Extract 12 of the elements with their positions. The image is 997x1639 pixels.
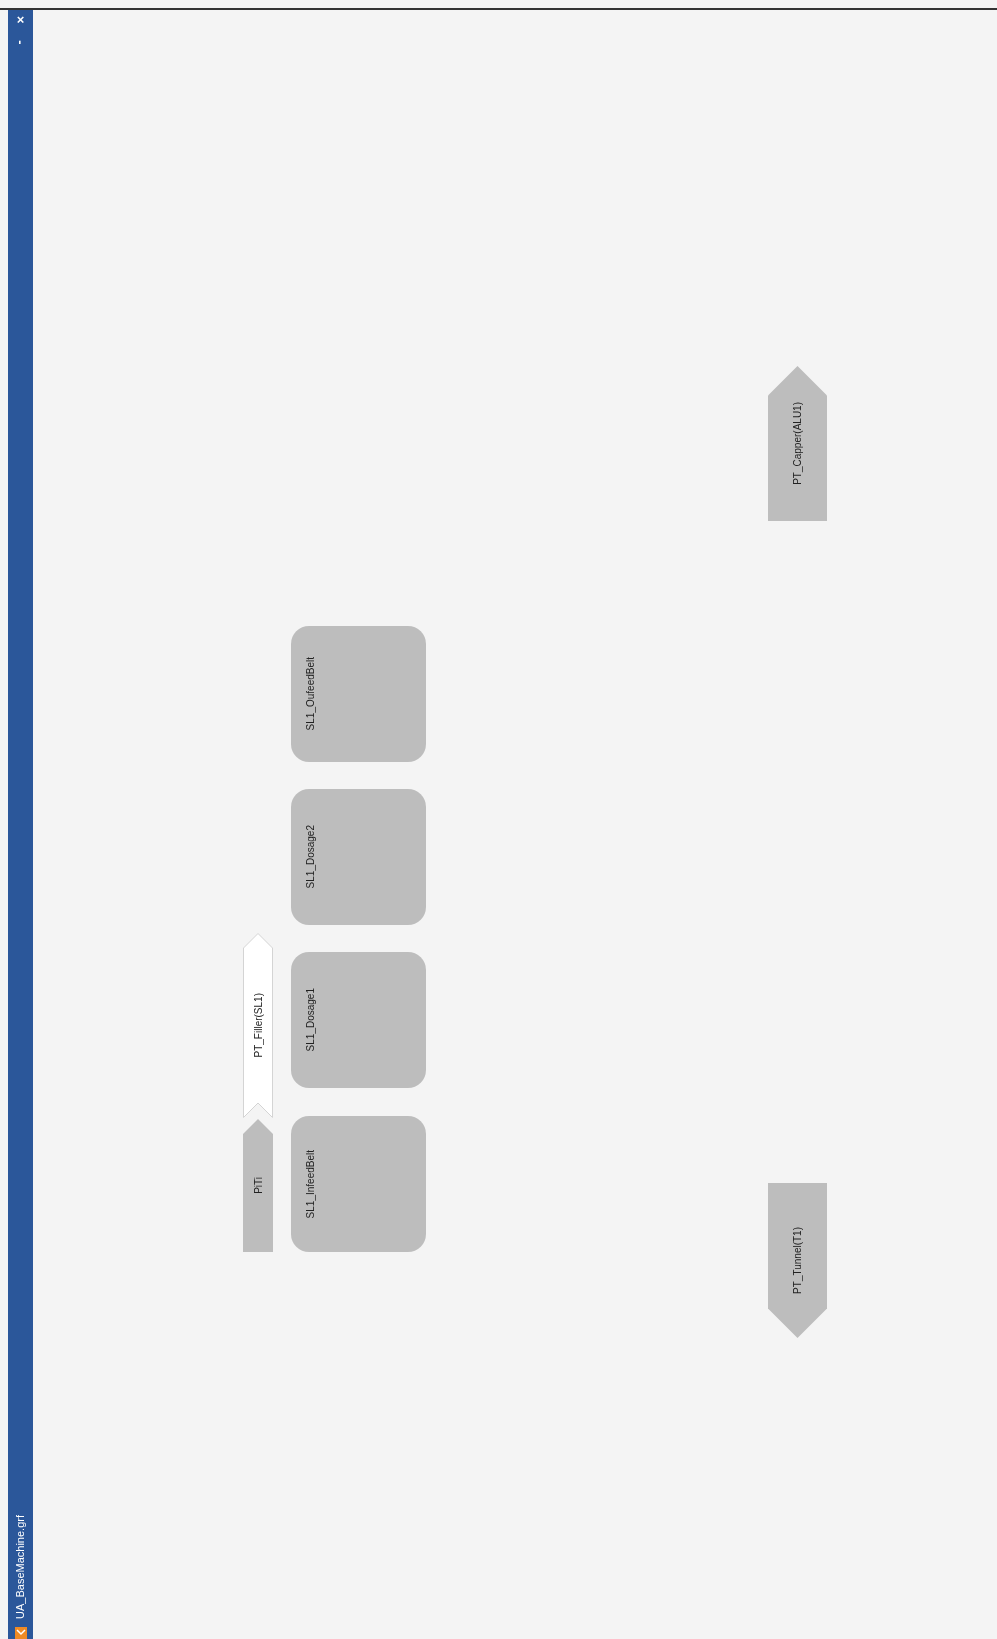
node-label: SL1_Dosage2 [304,825,317,889]
node-label: SL1_Dosage1 [304,988,317,1052]
app-icon [14,1627,27,1639]
node-label: PT_Filler(SL1) [251,993,265,1058]
close-button[interactable]: × [16,13,25,26]
minimize-button[interactable]: - [14,40,27,45]
node-label: PT_Capper(ALU1) [791,402,804,485]
node-label: PT_Tunnel(T1) [791,1227,804,1294]
node-label: PiTi [251,1177,265,1194]
node-label: SL1_OufeedBelt [304,657,317,731]
node-label: SL1_InfeedBelt [304,1149,317,1219]
window-title: UA_BaseMachine.grf [13,1515,28,1619]
